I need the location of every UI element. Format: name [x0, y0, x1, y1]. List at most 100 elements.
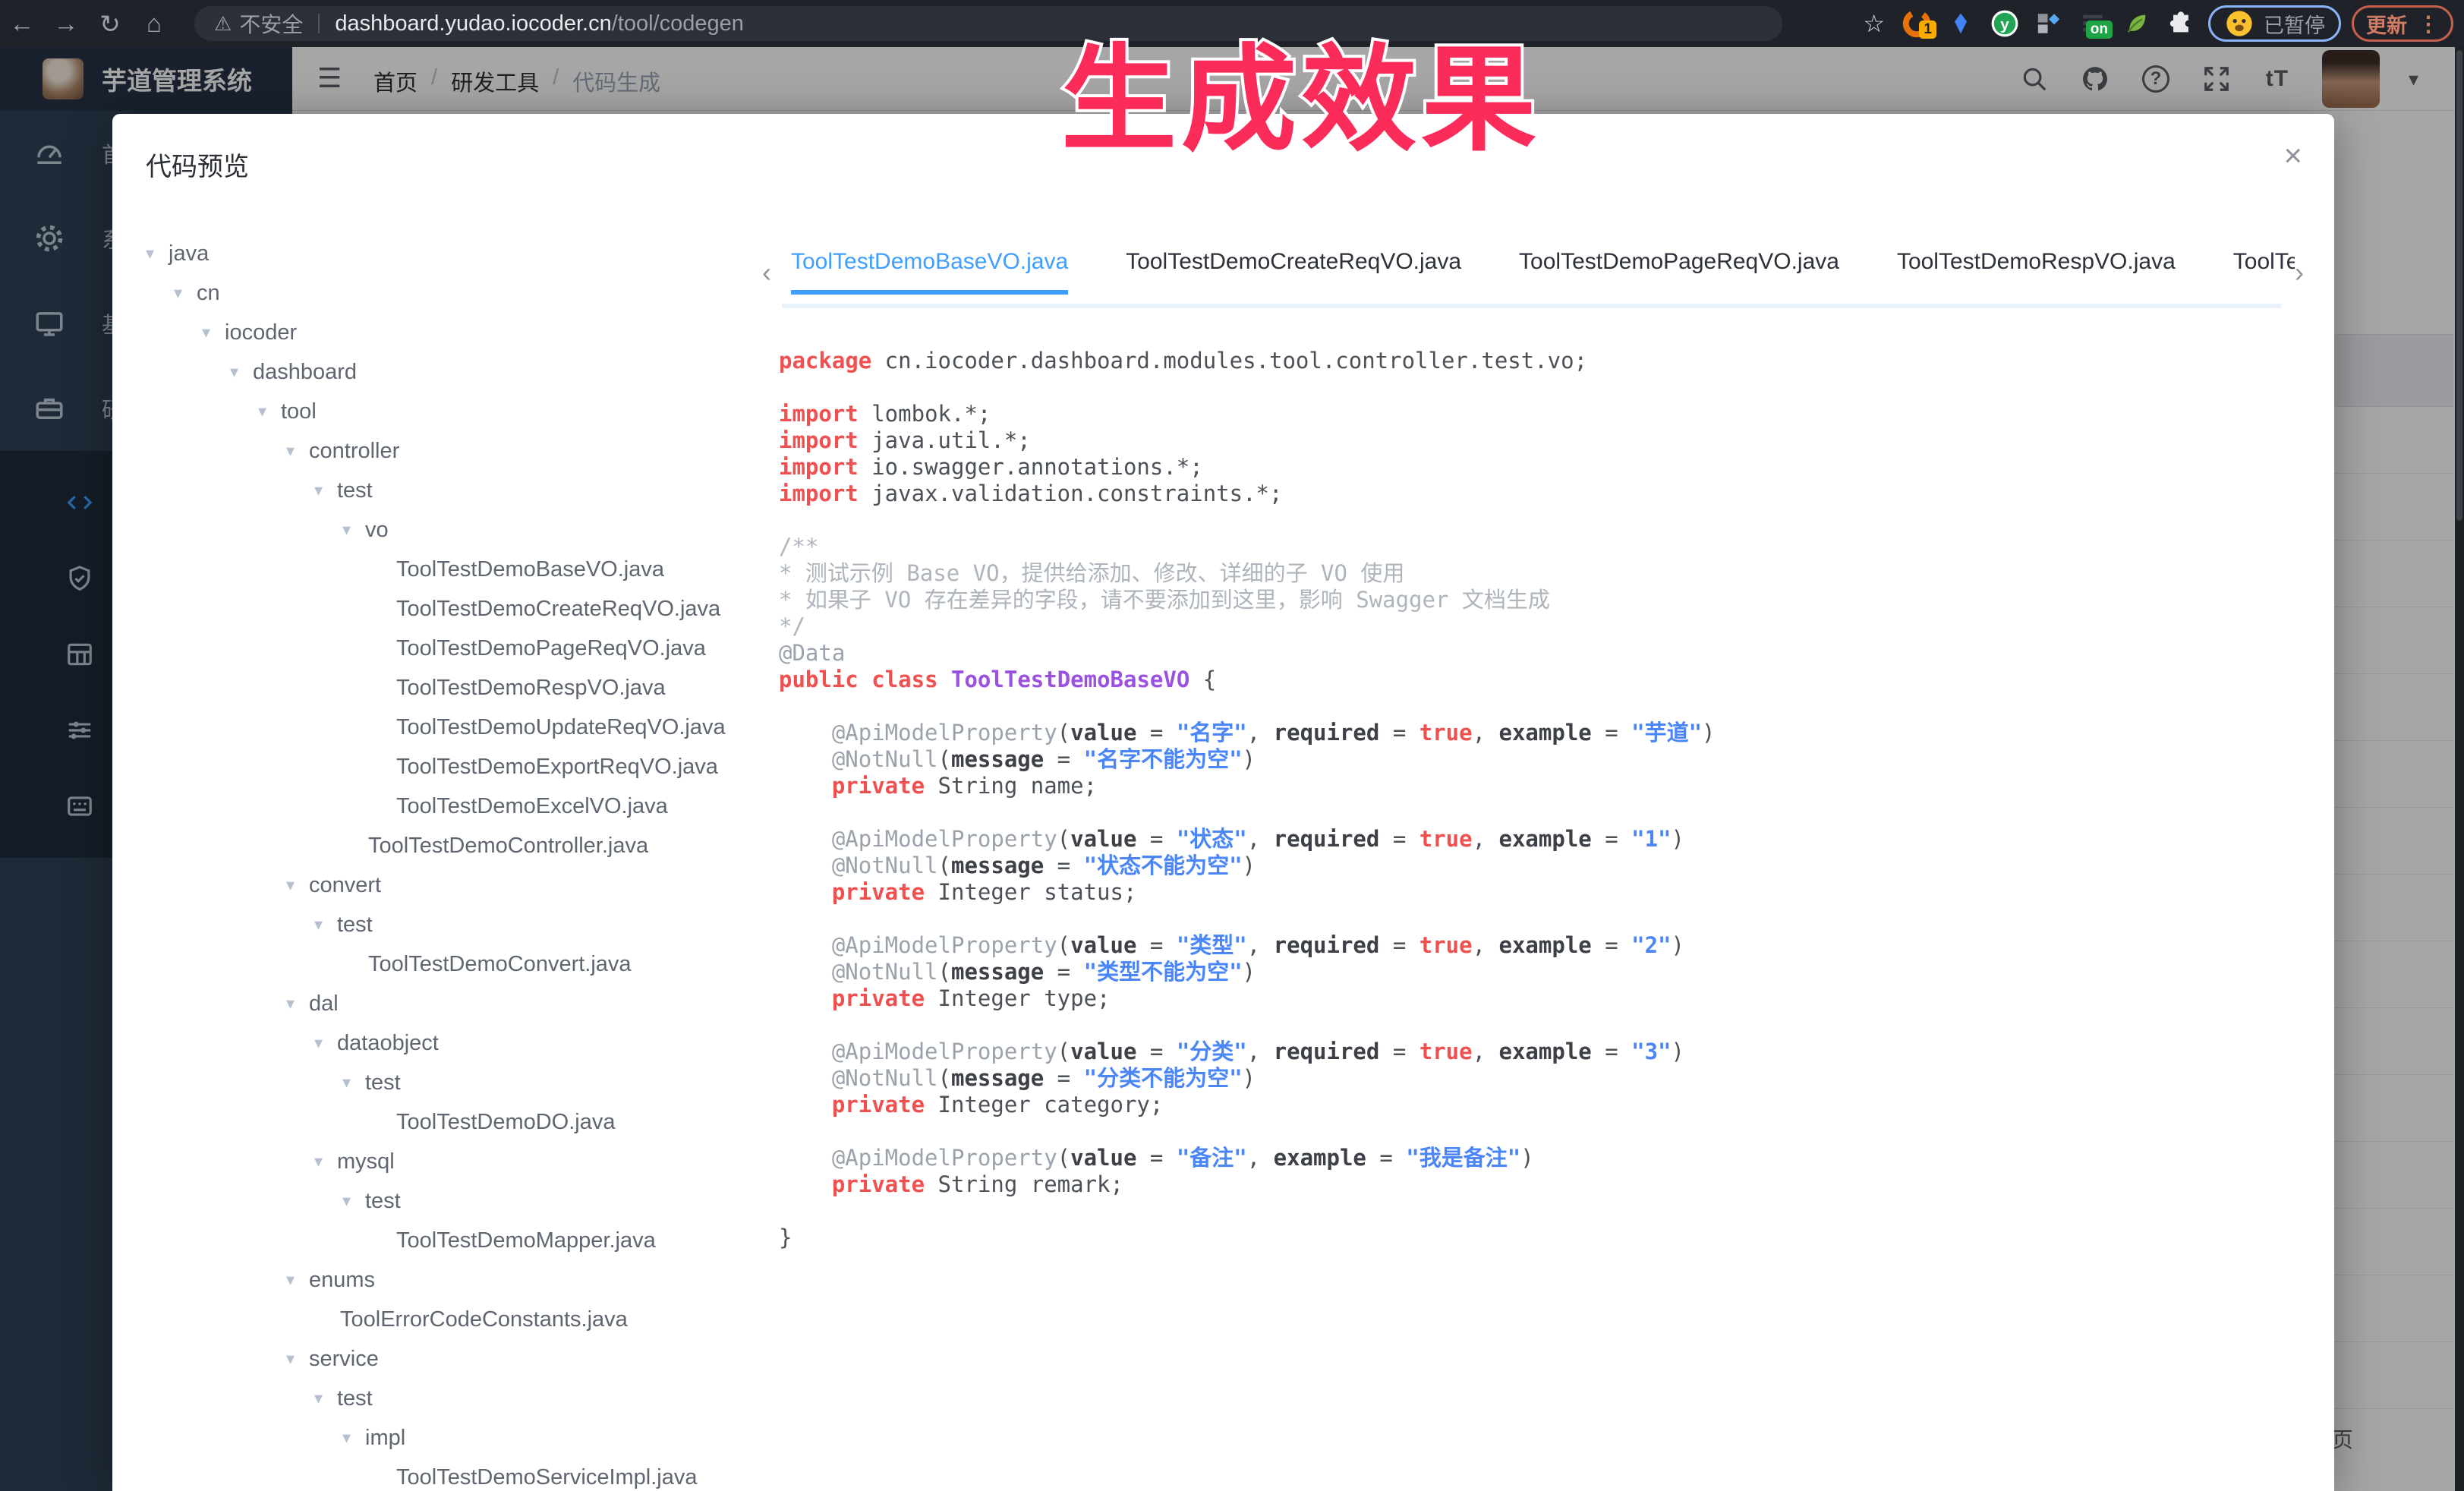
home-icon[interactable]: ⌂ [132, 9, 176, 38]
tree-node[interactable]: ToolTestDemoDO.java [146, 1102, 753, 1142]
tab-ToolTe[interactable]: ToolTe [2233, 249, 2295, 295]
caret-down-icon[interactable]: ▾ [342, 520, 365, 540]
extension-orange-icon[interactable]: 1 [1900, 7, 1933, 40]
bookmark-star-icon[interactable]: ☆ [1863, 9, 1885, 38]
tree-node-label: java [169, 241, 209, 266]
tree-node-label: tool [281, 399, 317, 424]
tree-node[interactable]: ▾test [146, 905, 753, 944]
caret-down-icon[interactable]: ▾ [314, 481, 337, 500]
tree-node-label: dataobject [337, 1031, 439, 1056]
caret-down-icon[interactable]: ▾ [342, 1073, 365, 1092]
tree-node-label: dal [309, 991, 339, 1017]
tree-node-label: test [337, 1386, 373, 1411]
tree-node-label: ToolErrorCodeConstants.java [340, 1307, 628, 1332]
tree-node-label: ToolTestDemoCreateReqVO.java [396, 597, 720, 622]
tree-node[interactable]: ToolTestDemoExcelVO.java [146, 786, 753, 826]
code-line: import lombok.*; [779, 401, 2311, 427]
caret-down-icon[interactable]: ▾ [286, 994, 309, 1013]
tree-node[interactable]: ▾mysql [146, 1142, 753, 1181]
back-icon[interactable]: ← [0, 9, 44, 38]
tab-ToolTestDemoRespVO.java[interactable]: ToolTestDemoRespVO.java [1897, 249, 2176, 295]
extension-on-icon[interactable]: on [2076, 7, 2110, 40]
svg-text:y: y [2000, 16, 2009, 33]
tab-ToolTestDemoPageReqVO.java[interactable]: ToolTestDemoPageReqVO.java [1519, 249, 1839, 295]
tree-node[interactable]: ToolErrorCodeConstants.java [146, 1300, 753, 1339]
browser-menu-icon[interactable]: ⋮ [2418, 11, 2439, 36]
url-host[interactable]: dashboard.yudao.iocoder.cn [335, 11, 611, 36]
caret-down-icon[interactable]: ▾ [314, 1389, 337, 1408]
extension-blue-icon[interactable] [1944, 7, 1977, 40]
tree-node[interactable]: ToolTestDemoRespVO.java [146, 668, 753, 708]
tabs-scroll-left-icon[interactable]: ‹ [762, 257, 771, 288]
code-line: * 测试示例 Base VO，提供给添加、修改、详细的子 VO 使用 [779, 560, 2311, 587]
caret-down-icon[interactable]: ▾ [286, 441, 309, 461]
tree-node-label: iocoder [225, 320, 297, 345]
tree-node[interactable]: ▾impl [146, 1418, 753, 1458]
tree-node[interactable]: ▾service [146, 1339, 753, 1379]
tab-ToolTestDemoBaseVO.java[interactable]: ToolTestDemoBaseVO.java [791, 249, 1068, 295]
extension-leaf-icon[interactable] [2120, 7, 2154, 40]
caret-down-icon[interactable]: ▾ [314, 915, 337, 935]
tree-node[interactable]: ▾convert [146, 865, 753, 905]
code-line [779, 1198, 2311, 1225]
tree-node[interactable]: ToolTestDemoUpdateReqVO.java [146, 708, 753, 747]
tree-node[interactable]: ▾tool [146, 392, 753, 431]
caret-down-icon[interactable]: ▾ [286, 1349, 309, 1369]
tree-node[interactable]: ToolTestDemoController.java [146, 826, 753, 865]
url-bar[interactable]: ⚠ 不安全 dashboard.yudao.iocoder.cn /tool/c… [194, 6, 1782, 41]
browser-scrollbar[interactable] [2455, 47, 2464, 1491]
extensions-puzzle-icon[interactable] [2164, 7, 2198, 40]
tree-node[interactable]: ▾test [146, 1063, 753, 1102]
extension-grid-icon[interactable] [2032, 7, 2065, 40]
file-tabs-bar: ‹ ToolTestDemoBaseVO.java ToolTestDemoCre… [762, 249, 2304, 308]
tree-node[interactable]: ▾test [146, 1181, 753, 1221]
reload-icon[interactable]: ↻ [88, 9, 132, 39]
scrollbar-thumb[interactable] [2456, 50, 2462, 521]
tree-node[interactable]: ToolTestDemoBaseVO.java [146, 550, 753, 589]
tree-node[interactable]: ToolTestDemoMapper.java [146, 1221, 753, 1260]
caret-down-icon[interactable]: ▾ [174, 283, 197, 303]
browser-update-button[interactable]: 更新 ⋮ [2352, 5, 2453, 42]
tree-node[interactable]: ToolTestDemoServiceImpl.java [146, 1458, 753, 1491]
tree-node[interactable]: ▾dataobject [146, 1023, 753, 1063]
caret-down-icon[interactable]: ▾ [286, 1270, 309, 1290]
tree-node[interactable]: ▾test [146, 471, 753, 510]
tree-node[interactable]: ToolTestDemoExportReqVO.java [146, 747, 753, 786]
extension-on-badge: on [2086, 20, 2113, 39]
code-line: @NotNull(message = "分类不能为空") [779, 1065, 2311, 1092]
close-icon[interactable]: × [2283, 140, 2302, 172]
tree-node[interactable]: ▾dal [146, 984, 753, 1023]
caret-down-icon[interactable]: ▾ [230, 362, 253, 382]
tree-node[interactable]: ▾test [146, 1379, 753, 1418]
tree-node[interactable]: ▾dashboard [146, 352, 753, 392]
caret-down-icon[interactable]: ▾ [202, 323, 225, 342]
tree-node[interactable]: ToolTestDemoConvert.java [146, 944, 753, 984]
browser-toolbar-right: ☆ 1 y on [1863, 0, 2453, 47]
tree-node[interactable]: ▾iocoder [146, 313, 753, 352]
tree-node[interactable]: ▾vo [146, 510, 753, 550]
code-preview: package cn.iocoder.dashboard.modules.too… [779, 348, 2311, 1251]
caret-down-icon[interactable]: ▾ [286, 875, 309, 895]
caret-down-icon[interactable]: ▾ [314, 1152, 337, 1171]
caret-down-icon[interactable]: ▾ [342, 1428, 365, 1448]
caret-down-icon[interactable]: ▾ [314, 1033, 337, 1053]
caret-down-icon[interactable]: ▾ [258, 402, 281, 421]
forward-icon[interactable]: → [44, 9, 88, 38]
code-line: * 如果子 VO 存在差异的字段，请不要添加到这里，影响 Swagger 文档生… [779, 587, 2311, 613]
security-label[interactable]: 不安全 [239, 8, 303, 39]
dialog-title: 代码预览 [146, 146, 249, 183]
url-separator [318, 14, 320, 33]
tree-node[interactable]: ▾cn [146, 273, 753, 313]
extension-green-y-icon[interactable]: y [1988, 7, 2021, 40]
profile-paused-pill[interactable]: 已暂停 [2208, 5, 2341, 42]
tree-node[interactable]: ▾controller [146, 431, 753, 471]
caret-down-icon[interactable]: ▾ [342, 1191, 365, 1211]
caret-down-icon[interactable]: ▾ [146, 244, 169, 263]
tree-node[interactable]: ▾enums [146, 1260, 753, 1300]
url-path[interactable]: /tool/codegen [612, 11, 744, 36]
tree-node[interactable]: ▾java [146, 234, 753, 273]
tab-ToolTestDemoCreateReqVO.java[interactable]: ToolTestDemoCreateReqVO.java [1126, 249, 1461, 295]
tree-node[interactable]: ToolTestDemoPageReqVO.java [146, 629, 753, 668]
tree-node[interactable]: ToolTestDemoCreateReqVO.java [146, 589, 753, 629]
tabs-scroll-right-icon[interactable]: › [2295, 257, 2304, 288]
